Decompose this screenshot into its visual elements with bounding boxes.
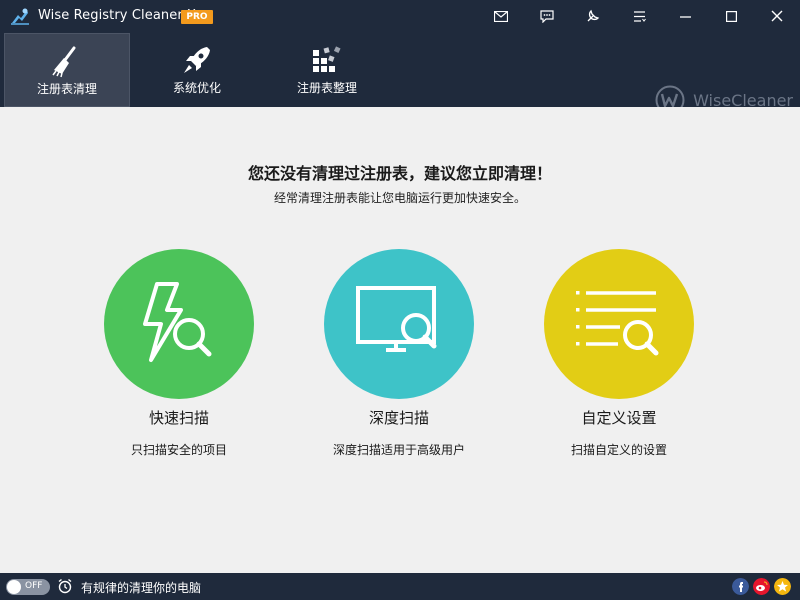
favorite-star-icon[interactable] (774, 578, 791, 595)
tab-label: 系统优化 (172, 81, 221, 95)
lightning-search-icon (143, 282, 212, 362)
rocket-icon (184, 47, 210, 73)
deep-scan-card: 深度扫描 深度扫描适用于高级用户 (289, 249, 509, 469)
app-title: Wise Registry Cleaner X (38, 8, 197, 23)
minimize-icon (679, 15, 691, 18)
fast-scan-button[interactable] (104, 249, 254, 399)
scan-description: 只扫描安全的项目 (130, 443, 227, 457)
close-button[interactable] (758, 0, 796, 32)
close-icon (771, 10, 783, 22)
scan-description: 扫描自定义的设置 (570, 443, 667, 457)
facebook-icon[interactable] (732, 578, 749, 595)
list-search-icon (576, 291, 659, 356)
deep-scan-button[interactable] (324, 249, 474, 399)
mail-button[interactable] (482, 0, 520, 32)
mail-icon (494, 10, 508, 22)
weibo-icon[interactable] (753, 578, 770, 595)
schedule-clean-link[interactable]: 有规律的清理你的电脑 (81, 579, 201, 596)
scan-title[interactable]: 快速扫描 (69, 407, 289, 428)
pro-badge: PRO (181, 10, 213, 24)
custom-scan-button[interactable] (544, 249, 694, 399)
main-content: 您还没有清理过注册表，建议您立即清理！ 经常清理注册表能让您电脑运行更加快速安全… (0, 107, 800, 573)
feedback-icon (540, 9, 554, 23)
monitor-search-icon (356, 286, 437, 352)
skin-icon (587, 9, 600, 22)
scan-title[interactable]: 自定义设置 (509, 407, 729, 428)
defrag-blocks-icon (313, 46, 341, 72)
title-bar: Wise Registry Cleaner X PRO (0, 0, 800, 32)
scan-title[interactable]: 深度扫描 (289, 407, 509, 428)
page-headline: 您还没有清理过注册表，建议您立即清理！ (247, 164, 552, 183)
scan-description: 深度扫描适用于高级用户 (332, 443, 465, 457)
feedback-button[interactable] (528, 0, 566, 32)
menu-button[interactable] (620, 0, 658, 32)
toggle-knob (7, 580, 21, 594)
toggle-state-label: OFF (25, 581, 43, 591)
tab-registry-cleaner[interactable]: 注册表清理 (4, 33, 130, 107)
tab-label: 注册表清理 (36, 82, 97, 96)
nav-bar: 注册表清理 系统优化 注册表整理 WiseCleaner (0, 32, 800, 115)
skin-button[interactable] (574, 0, 612, 32)
schedule-toggle[interactable]: OFF (6, 579, 50, 595)
broom-icon (52, 46, 76, 78)
tab-registry-defrag[interactable]: 注册表整理 (264, 33, 390, 107)
page-subline: 经常清理注册表能让您电脑运行更加快速安全。 (273, 191, 526, 205)
maximize-icon (725, 10, 737, 22)
alarm-clock-icon[interactable] (57, 578, 73, 594)
fast-scan-card: 快速扫描 只扫描安全的项目 (69, 249, 289, 469)
custom-scan-card: 自定义设置 扫描自定义的设置 (509, 249, 729, 469)
status-bar: OFF 有规律的清理你的电脑 (0, 573, 800, 600)
app-logo-icon (11, 8, 29, 25)
minimize-button[interactable] (666, 0, 704, 32)
menu-icon (633, 10, 646, 22)
maximize-button[interactable] (712, 0, 750, 32)
tab-system-optimize[interactable]: 系统优化 (134, 33, 260, 107)
tab-label: 注册表整理 (296, 81, 357, 95)
